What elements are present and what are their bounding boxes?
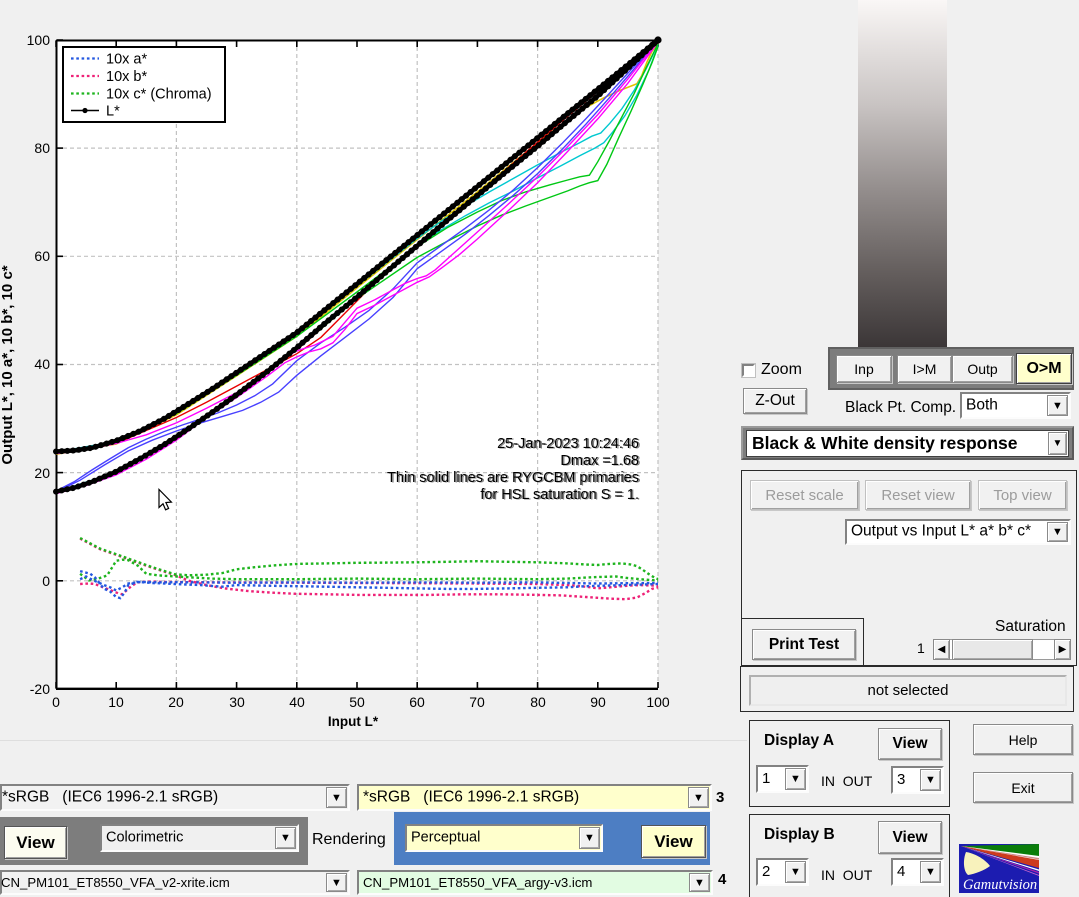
svg-text:Thin solid lines are RYGCBM pr: Thin solid lines are RYGCBM primaries	[389, 471, 641, 487]
svg-text:60: 60	[409, 694, 425, 710]
svg-text:Dmax =1.68: Dmax =1.68	[562, 454, 641, 470]
svg-text:20: 20	[168, 694, 184, 710]
svg-text:for HSL saturation S = 1.: for HSL saturation S = 1.	[482, 488, 641, 504]
svg-text:10: 10	[108, 694, 124, 710]
svg-text:60: 60	[34, 248, 50, 264]
svg-text:Gamutvision: Gamutvision	[963, 877, 1037, 893]
svg-text:50: 50	[349, 694, 365, 710]
svg-text:30: 30	[229, 694, 245, 710]
svg-text:40: 40	[289, 694, 305, 710]
svg-text:25-Jan-2023 10:24:46: 25-Jan-2023 10:24:46	[499, 437, 641, 453]
svg-text:10x a*: 10x a*	[106, 52, 147, 68]
svg-text:-20: -20	[30, 681, 50, 697]
svg-text:90: 90	[590, 694, 606, 710]
svg-text:40: 40	[34, 356, 50, 372]
svg-text:0: 0	[52, 694, 60, 710]
svg-text:0: 0	[42, 573, 50, 589]
svg-text:80: 80	[530, 694, 546, 710]
svg-text:Input L*: Input L*	[328, 714, 379, 729]
svg-text:Output L*, 10 a*, 10 b*, 10 c*: Output L*, 10 a*, 10 b*, 10 c*	[0, 265, 16, 464]
svg-text:80: 80	[34, 140, 50, 156]
svg-text:100: 100	[646, 694, 670, 710]
svg-text:10x c* (Chroma): 10x c* (Chroma)	[106, 87, 212, 103]
svg-text:70: 70	[469, 694, 485, 710]
svg-text:100: 100	[27, 32, 51, 48]
svg-text:10x b*: 10x b*	[106, 69, 147, 85]
svg-text:L*: L*	[106, 104, 120, 120]
svg-text:20: 20	[34, 465, 50, 481]
